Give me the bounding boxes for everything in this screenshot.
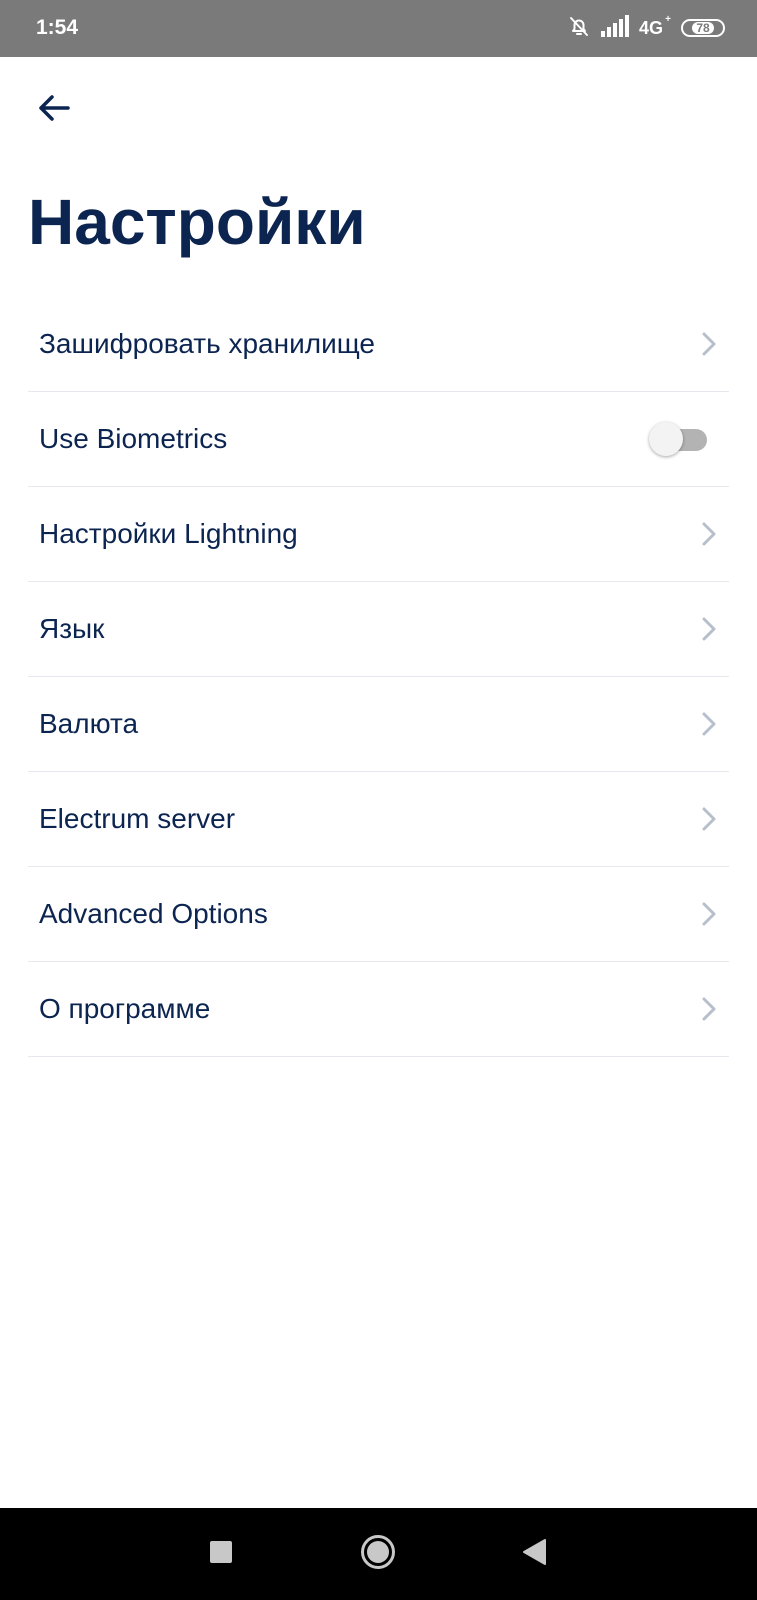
settings-item-advanced-options[interactable]: Advanced Options (28, 867, 729, 962)
settings-item-label: Advanced Options (39, 898, 268, 929)
settings-item-label: Use Biometrics (39, 423, 228, 454)
chevron-right-icon (697, 614, 721, 644)
settings-item-about[interactable]: О программе (28, 962, 729, 1057)
home-button[interactable] (354, 1530, 402, 1578)
toggle-thumb (649, 422, 683, 456)
chevron-right-icon (697, 519, 721, 549)
settings-item-label: Настройки Lightning (39, 518, 298, 549)
status-bar: 1:54 4G + 78 (0, 0, 757, 57)
nav-back-button[interactable] (510, 1530, 558, 1578)
status-icons: 4G + 78 (567, 14, 725, 42)
settings-list: Зашифровать хранилище Use Biometrics Нас… (28, 297, 729, 1057)
chevron-right-icon (697, 804, 721, 834)
bell-off-icon (567, 14, 591, 43)
network-sup: + (665, 13, 671, 25)
settings-item-language[interactable]: Язык (28, 582, 729, 677)
settings-item-label: О программе (39, 993, 211, 1024)
network-type: 4G (638, 17, 663, 38)
settings-item-biometrics: Use Biometrics (28, 392, 729, 487)
chevron-right-icon (697, 709, 721, 739)
signal-icon (600, 14, 629, 42)
status-time: 1:54 (36, 16, 79, 39)
settings-item-currency[interactable]: Валюта (28, 677, 729, 772)
arrow-left-icon (37, 93, 71, 128)
back-triangle-icon (521, 1538, 547, 1571)
recents-button[interactable] (197, 1530, 245, 1578)
chevron-right-icon (697, 329, 721, 359)
battery-level: 78 (692, 22, 714, 34)
home-circle-icon (360, 1534, 396, 1575)
settings-screen: 1:54 4G + 78 Настройки Зашифровать храни… (0, 0, 757, 1600)
settings-item-label: Валюта (39, 708, 139, 739)
biometrics-toggle[interactable] (649, 421, 707, 457)
system-nav-bar (0, 1508, 757, 1600)
recents-square-icon (209, 1540, 233, 1569)
chevron-right-icon (697, 994, 721, 1024)
settings-item-label: Язык (39, 613, 105, 644)
settings-item-electrum-server[interactable]: Electrum server (28, 772, 729, 867)
network-label: 4G + (638, 14, 671, 39)
battery-icon: 78 (681, 19, 725, 37)
settings-item-encrypt-storage[interactable]: Зашифровать хранилище (28, 297, 729, 392)
settings-item-label: Electrum server (39, 803, 236, 834)
settings-item-label: Зашифровать хранилище (39, 328, 375, 359)
back-button[interactable] (28, 84, 80, 136)
settings-item-lightning[interactable]: Настройки Lightning (28, 487, 729, 582)
page-title: Настройки (28, 186, 366, 258)
chevron-right-icon (697, 899, 721, 929)
